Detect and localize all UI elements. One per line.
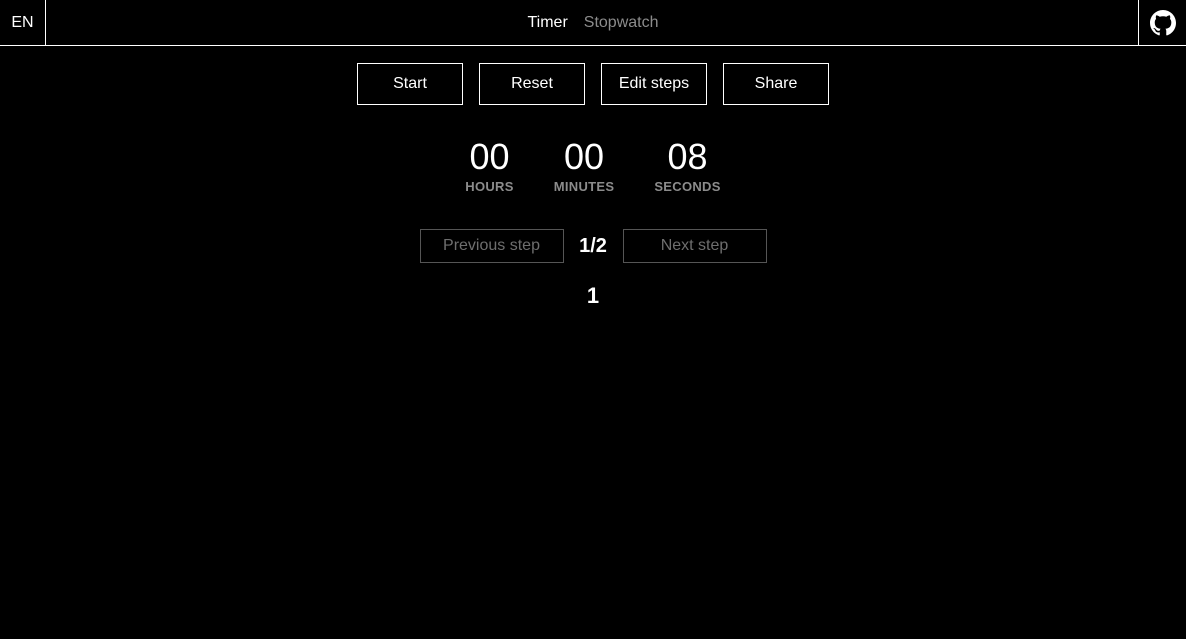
mode-tabs: Timer Stopwatch — [0, 0, 1186, 46]
tab-timer[interactable]: Timer — [527, 14, 567, 32]
seconds-label: SECONDS — [654, 179, 721, 194]
previous-step-button[interactable]: Previous step — [419, 229, 564, 263]
tab-stopwatch[interactable]: Stopwatch — [584, 14, 659, 32]
minutes-unit: 00 MINUTES — [553, 136, 615, 195]
countdown-display: 00 HOURS 00 MINUTES 08 SECONDS — [0, 136, 1186, 195]
reset-button[interactable]: Reset — [479, 63, 585, 105]
next-step-button[interactable]: Next step — [622, 229, 767, 263]
top-bar: EN Timer Stopwatch — [0, 0, 1186, 46]
step-counter: 1/2 — [579, 234, 607, 257]
github-icon — [1149, 10, 1176, 36]
hours-value: 00 — [469, 136, 510, 177]
current-step-name: 1 — [586, 283, 600, 308]
hours-label: HOURS — [465, 179, 514, 194]
minutes-label: MINUTES — [553, 179, 615, 194]
minutes-value: 00 — [564, 136, 605, 177]
step-navigation: Previous step 1/2 Next step — [0, 229, 1186, 263]
share-button[interactable]: Share — [723, 63, 829, 105]
language-switcher[interactable]: EN — [0, 0, 46, 46]
seconds-unit: 08 SECONDS — [654, 136, 721, 195]
action-buttons: Start Reset Edit steps Share — [0, 63, 1186, 105]
hours-unit: 00 HOURS — [465, 136, 514, 195]
github-link[interactable] — [1138, 0, 1186, 46]
edit-steps-button[interactable]: Edit steps — [601, 63, 707, 105]
seconds-value: 08 — [667, 136, 708, 177]
start-button[interactable]: Start — [357, 63, 463, 105]
